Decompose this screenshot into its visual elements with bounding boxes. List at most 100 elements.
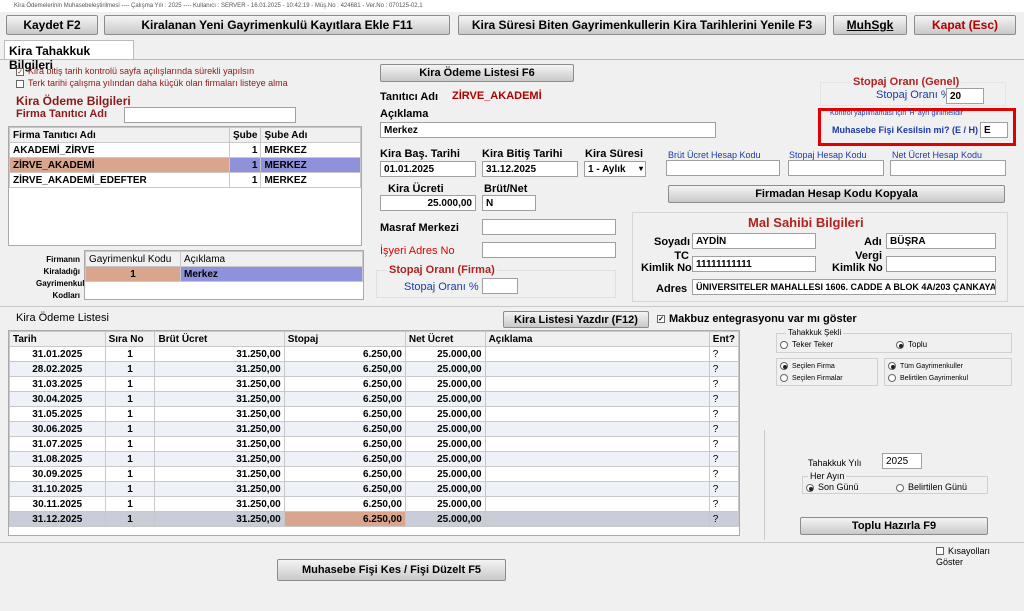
kira-suresi-label: Kira Süresi <box>585 148 644 160</box>
odeme-grid[interactable]: Tarih Sıra No Brüt Ücret Stopaj Net Ücre… <box>8 330 740 536</box>
ekle-button[interactable]: Kiralanan Yeni Gayrimenkulü Kayıtlara Ek… <box>104 15 450 35</box>
kira-suresi-select[interactable]: 1 - Aylık ▾ <box>584 161 646 177</box>
tahakkuk-yili-input[interactable]: 2025 <box>882 453 922 469</box>
radio-label: Seçilen Firma <box>792 362 835 370</box>
masraf-merkezi-input[interactable] <box>482 219 616 235</box>
radio-selected-icon <box>888 362 896 370</box>
table-row[interactable]: 30.04.2025 1 31.250,00 6.250,00 25.000,00? <box>9 391 740 407</box>
sube-adi-cell: MERKEZ <box>260 172 361 188</box>
muhasebe-fisi-input[interactable]: E <box>980 122 1008 138</box>
odeme-grid-header[interactable]: Açıklama <box>484 331 710 347</box>
odeme-grid-header[interactable]: Tarih <box>9 331 106 347</box>
checkbox-empty-icon <box>936 547 944 555</box>
ent-cell: ? <box>708 406 740 422</box>
odeme-grid-header[interactable]: Brüt Ücret <box>154 331 285 347</box>
table-row[interactable]: 31.08.2025 1 31.250,00 6.250,00 25.000,00? <box>9 451 740 467</box>
table-row[interactable]: 1 Merkez <box>85 266 363 282</box>
radio-icon <box>888 374 896 382</box>
kira-bitis-input[interactable]: 31.12.2025 <box>482 161 578 177</box>
radio-belirtilen-gayrimenkul[interactable]: Belirtilen Gayrimenkul <box>888 374 968 382</box>
stopaj-cell: 6.250,00 <box>283 511 406 527</box>
odeme-grid-header[interactable]: Net Ücret <box>404 331 486 347</box>
odeme-grid-header[interactable]: Ent? <box>708 331 740 347</box>
radio-teker-teker[interactable]: Teker Teker <box>780 340 833 349</box>
radio-secilen-firma[interactable]: Seçilen Firma <box>780 362 835 370</box>
stopaj-cell: 6.250,00 <box>283 496 406 512</box>
firma-grid-header[interactable]: Şube <box>228 127 262 143</box>
aciklama-input[interactable]: Merkez <box>380 122 716 138</box>
brut-net-input[interactable]: N <box>482 195 536 211</box>
firma-grid-header[interactable]: Firma Tanıtıcı Adı <box>9 127 230 143</box>
table-row[interactable]: 28.02.2025 1 31.250,00 6.250,00 25.000,00? <box>9 361 740 377</box>
table-row[interactable]: ZİRVE_AKADEMİ_EDEFTER 1 MERKEZ <box>9 172 361 188</box>
adres-input[interactable]: ÜNIVERSITELER MAHALLESI 1606. CADDE A BL… <box>692 279 996 295</box>
aciklama-label: Açıklama <box>380 108 429 120</box>
option-kira-bitis[interactable]: ✓ Kira bitiş tarih kontrolü sayfa açılışl… <box>16 66 254 76</box>
gayrimenkul-grid[interactable]: Gayrimenkul Kodu Açıklama 1 Merkez <box>84 250 364 300</box>
aciklama-cell <box>484 346 710 362</box>
kapat-button[interactable]: Kapat (Esc) <box>914 15 1016 35</box>
brut-ucret-hesap-input[interactable] <box>666 160 780 176</box>
kira-bas-input[interactable]: 01.01.2025 <box>380 161 476 177</box>
radio-secilen-firmalar[interactable]: Seçilen Firmalar <box>780 374 843 382</box>
vergi-input[interactable] <box>886 256 996 272</box>
net-ucret-cell: 25.000,00 <box>404 406 486 422</box>
sube-cell: 1 <box>228 157 262 173</box>
tc-input[interactable]: 11111111111 <box>692 256 816 272</box>
muhsgk-button[interactable]: MuhSgk <box>833 15 907 35</box>
table-row[interactable]: ZİRVE_AKADEMİ 1 MERKEZ <box>9 157 361 173</box>
radio-belirtilen-gunu[interactable]: Belirtilen Günü <box>896 482 967 492</box>
radio-son-gunu[interactable]: Son Günü <box>806 482 859 492</box>
gayrimenkul-grid-header[interactable]: Açıklama <box>180 251 363 267</box>
net-ucret-cell: 25.000,00 <box>404 481 486 497</box>
makbuz-checkbox[interactable]: ✓ Makbuz entegrasyonu var mı göster <box>657 313 857 325</box>
table-row[interactable]: AKADEMİ_ZİRVE 1 MERKEZ <box>9 142 361 158</box>
odeme-grid-header[interactable]: Sıra No <box>104 331 156 347</box>
kira-odeme-listesi-title: Kira Ödeme Listesi <box>16 312 109 324</box>
soyadi-input[interactable]: AYDİN <box>692 233 816 249</box>
kira-odeme-listesi-button[interactable]: Kira Ödeme Listesi F6 <box>380 64 574 82</box>
gayrimenkul-grid-header[interactable]: Gayrimenkul Kodu <box>85 251 181 267</box>
label-line: Kiraladığı <box>43 267 80 276</box>
table-row[interactable]: 31.01.2025 1 31.250,00 6.250,00 25.000,00? <box>9 346 740 362</box>
table-row[interactable]: 30.06.2025 1 31.250,00 6.250,00 25.000,00? <box>9 421 740 437</box>
firma-grid-header[interactable]: Şube Adı <box>260 127 361 143</box>
toplu-hazirla-button[interactable]: Toplu Hazırla F9 <box>800 517 988 535</box>
tab-kira-tahakkuk[interactable]: Kira Tahakkuk Bilgileri <box>4 40 134 72</box>
yenile-button[interactable]: Kira Süresi Biten Gayrimenkullerin Kira … <box>458 15 826 35</box>
stopaj-hesap-input[interactable] <box>788 160 884 176</box>
net-ucret-hesap-input[interactable] <box>890 160 1006 176</box>
muhasebe-fisi-kes-button[interactable]: Muhasebe Fişi Kes / Fişi Düzelt F5 <box>277 559 506 581</box>
adi-input[interactable]: BÜŞRA <box>886 233 996 249</box>
stopaj-orani-input[interactable]: 20 <box>946 88 984 104</box>
kira-ucreti-input[interactable]: 25.000,00 <box>380 195 476 211</box>
gayrimenkul-aciklama-cell: Merkez <box>180 266 363 282</box>
tahakkuk-sekli-title: Tahakkuk Şekli <box>786 328 844 337</box>
adi-label: Adı <box>864 236 882 248</box>
table-row[interactable]: 31.03.2025 1 31.250,00 6.250,00 25.000,00? <box>9 376 740 392</box>
kira-listesi-yazdir-button[interactable]: Kira Listesi Yazdır (F12) <box>503 311 649 328</box>
option-terk-tarihi[interactable]: Terk tarihi çalışma yılından daha küçük … <box>16 78 288 88</box>
radio-toplu[interactable]: Toplu <box>896 340 927 349</box>
checkbox-empty-icon <box>16 79 24 88</box>
table-row[interactable]: 31.05.2025 1 31.250,00 6.250,00 25.000,00? <box>9 406 740 422</box>
brut-ucret-cell: 31.250,00 <box>154 436 285 452</box>
firma-grid[interactable]: Firma Tanıtıcı Adı Şube Şube Adı AKADEMİ… <box>8 126 362 246</box>
odeme-grid-header[interactable]: Stopaj <box>283 331 406 347</box>
sira-no-cell: 1 <box>104 391 156 407</box>
kaydet-button[interactable]: Kaydet F2 <box>6 15 98 35</box>
radio-tum-gayrimenkuller[interactable]: Tüm Gayrimenkuller <box>888 362 963 370</box>
firmadan-kopyala-button[interactable]: Firmadan Hesap Kodu Kopyala <box>668 185 1005 203</box>
kisayollari-checkbox[interactable]: Kısayolları Göster <box>936 546 996 568</box>
isyeri-adres-input[interactable] <box>482 242 616 258</box>
table-row[interactable]: 30.09.2025 1 31.250,00 6.250,00 25.000,00? <box>9 466 740 482</box>
table-row[interactable]: 31.10.2025 1 31.250,00 6.250,00 25.000,00? <box>9 481 740 497</box>
table-row[interactable]: 31.07.2025 1 31.250,00 6.250,00 25.000,00? <box>9 436 740 452</box>
table-row[interactable]: 30.11.2025 1 31.250,00 6.250,00 25.000,00? <box>9 496 740 512</box>
stopaj-cell: 6.250,00 <box>283 406 406 422</box>
chevron-down-icon[interactable]: ▾ <box>639 162 643 175</box>
ent-cell: ? <box>708 346 740 362</box>
stopaj-firma-input[interactable] <box>482 278 518 294</box>
firma-tanitici-input[interactable] <box>124 107 296 123</box>
table-row[interactable]: 31.12.2025 1 31.250,00 6.250,00 25.000,00? <box>9 511 740 527</box>
